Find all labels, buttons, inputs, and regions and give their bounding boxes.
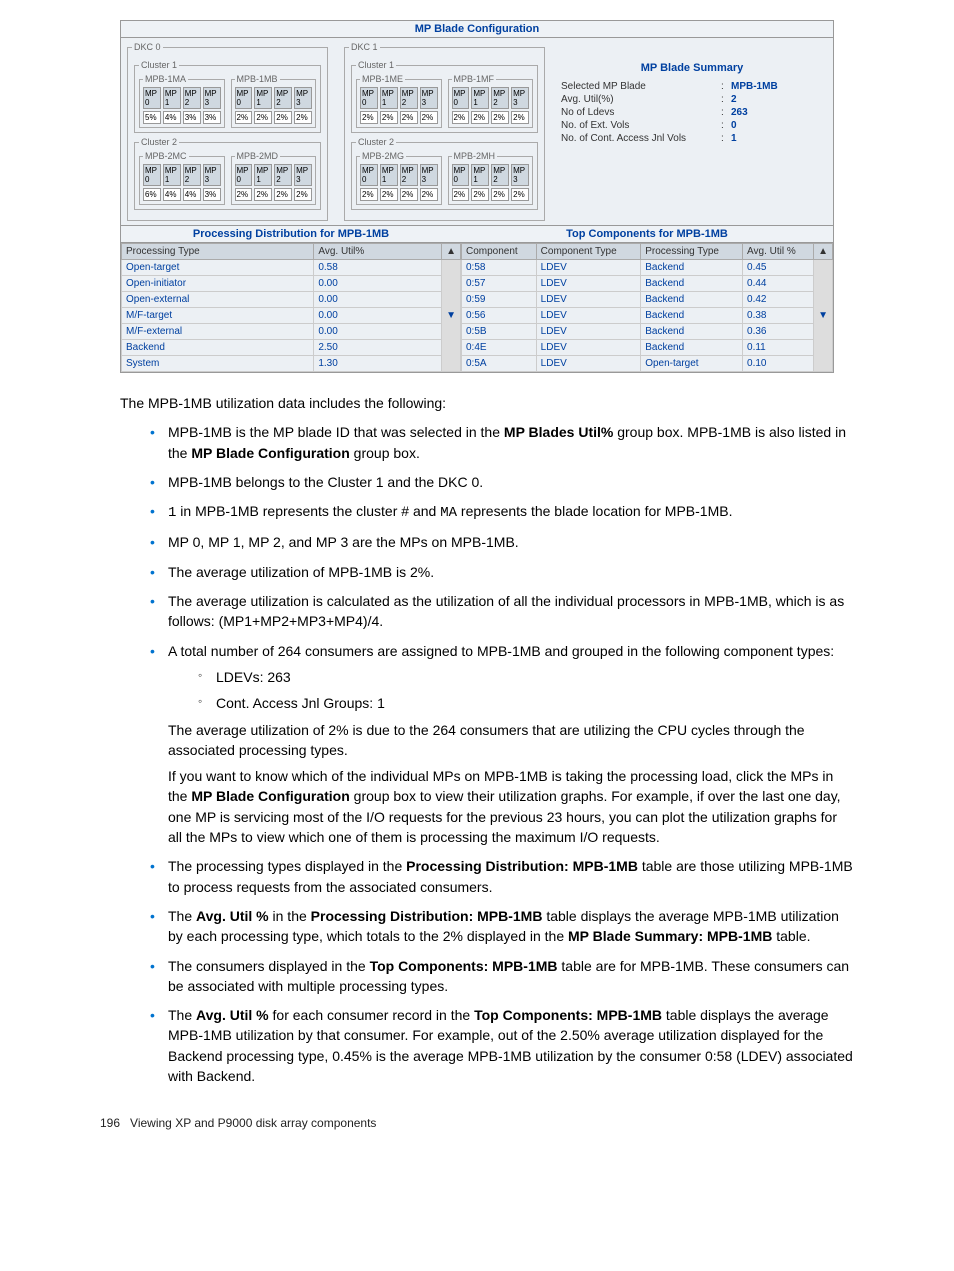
list-item: A total number of 264 consumers are assi… <box>150 641 854 848</box>
sub-list: LDEVs: 263 Cont. Access Jnl Groups: 1 <box>168 667 854 714</box>
blade-mpb-2mh[interactable]: MPB-2MH MP 0 MP 1 MP 2 MP 3 2% <box>448 151 534 205</box>
table-row: 0:5ALDEVOpen-target0.10 <box>462 356 833 372</box>
list-item: MP 0, MP 1, MP 2, and MP 3 are the MPs o… <box>150 532 854 552</box>
table-row: 0:57LDEVBackend0.44 <box>462 276 833 292</box>
bullet-list: MPB-1MB is the MP blade ID that was sele… <box>120 422 854 1086</box>
pct-cell: 2% <box>235 111 253 124</box>
list-item: The Avg. Util % for each consumer record… <box>150 1005 854 1086</box>
mp-cell[interactable]: MP 1 <box>163 87 181 109</box>
table-row: Open-initiator0.00 <box>122 276 461 292</box>
table-row: System1.30 <box>122 356 461 372</box>
list-item: The average utilization is calculated as… <box>150 591 854 632</box>
mp-blade-summary: MP Blade Summary Selected MP Blade:MPB-1… <box>551 38 833 225</box>
list-item: The processing types displayed in the Pr… <box>150 856 854 897</box>
dkc0-cluster2: Cluster 2 MPB-2MC MP 0 MP 1 MP 2 MP 3 <box>134 137 321 210</box>
table-row: 0:56LDEVBackend0.38 <box>462 308 833 324</box>
mp-cell[interactable]: MP 2 <box>274 87 292 109</box>
pct-cell: 2% <box>274 111 292 124</box>
dkc1-cluster2: Cluster 2 MPB-2MG MP 0 MP 1 MP 2 MP 3 <box>351 137 538 210</box>
scrollbar[interactable]: ▲ <box>814 244 833 260</box>
dkc-0: DKC 0 Cluster 1 MPB-1MA MP 0 MP 1 MP 2 <box>127 42 328 221</box>
list-item: The consumers displayed in the Top Compo… <box>150 956 854 997</box>
list-item: MPB-1MB belongs to the Cluster 1 and the… <box>150 472 854 492</box>
mp-cell[interactable]: MP 3 <box>294 87 312 109</box>
panel-title: MP Blade Configuration <box>121 21 833 38</box>
footer-text: Viewing XP and P9000 disk array componen… <box>130 1116 376 1130</box>
config-area: DKC 0 Cluster 1 MPB-1MA MP 0 MP 1 MP 2 <box>121 38 551 225</box>
blade-mpb-2mg[interactable]: MPB-2MG MP 0 MP 1 MP 2 MP 3 2% <box>356 151 442 205</box>
top-components-section: Top Components for MPB-1MB Component Com… <box>461 225 833 372</box>
mp-cell[interactable]: MP 2 <box>183 87 201 109</box>
table-row: M/F-external0.00 <box>122 324 461 340</box>
scrollbar-track[interactable]: ▼ <box>442 260 461 372</box>
proc-dist-title: Processing Distribution for MPB-1MB <box>121 225 461 243</box>
table-row: 0:5BLDEVBackend0.36 <box>462 324 833 340</box>
table-row: Open-target0.58▼ <box>122 260 461 276</box>
col-avg-util[interactable]: Avg. Util% <box>314 244 442 260</box>
paragraph: The average utilization of 2% is due to … <box>168 720 854 761</box>
proc-dist-table: Processing Type Avg. Util% ▲ Open-target… <box>121 243 461 372</box>
top-comp-table: Component Component Type Processing Type… <box>461 243 833 372</box>
scrollbar-track[interactable]: ▼ <box>814 260 833 372</box>
pct-cell: 5% <box>143 111 161 124</box>
col-avg-util[interactable]: Avg. Util % <box>743 244 814 260</box>
list-item: The Avg. Util % in the Processing Distri… <box>150 906 854 947</box>
page-number: 196 <box>100 1116 120 1130</box>
page-footer: 196 Viewing XP and P9000 disk array comp… <box>100 1116 954 1130</box>
dkc0-cluster1: Cluster 1 MPB-1MA MP 0 MP 1 MP 2 MP 3 <box>134 60 321 133</box>
dkc-1: DKC 1 Cluster 1 MPB-1ME MP 0 MP 1 MP 2 <box>344 42 545 221</box>
list-item: The average utilization of MPB-1MB is 2%… <box>150 562 854 582</box>
pct-cell: 3% <box>203 111 221 124</box>
mp-cell[interactable]: MP 0 <box>143 87 161 109</box>
table-row: 0:59LDEVBackend0.42 <box>462 292 833 308</box>
blade-mpb-1mb[interactable]: MPB-1MB MP 0 MP 1 MP 2 MP 3 2% <box>231 74 317 128</box>
table-row: Backend2.50 <box>122 340 461 356</box>
sub-list-item: LDEVs: 263 <box>198 667 854 687</box>
pct-cell: 2% <box>254 111 272 124</box>
intro-text: The MPB-1MB utilization data includes th… <box>120 393 854 413</box>
col-processing-type[interactable]: Processing Type <box>122 244 314 260</box>
list-item: 1 in MPB-1MB represents the cluster # an… <box>150 501 854 523</box>
mp-blade-screenshot: MP Blade Configuration DKC 0 Cluster 1 M… <box>120 20 834 373</box>
blade-mpb-1me[interactable]: MPB-1ME MP 0 MP 1 MP 2 MP 3 2% <box>356 74 442 128</box>
col-component-type[interactable]: Component Type <box>536 244 641 260</box>
table-row: M/F-target0.00 <box>122 308 461 324</box>
pct-cell: 3% <box>183 111 201 124</box>
summary-title: MP Blade Summary <box>561 62 823 74</box>
scrollbar[interactable]: ▲ <box>442 244 461 260</box>
blade-mpb-2mc[interactable]: MPB-2MC MP 0 MP 1 MP 2 MP 3 6% <box>139 151 225 205</box>
col-component[interactable]: Component <box>462 244 537 260</box>
paragraph: If you want to know which of the individ… <box>168 766 854 847</box>
dkc-0-legend: DKC 0 <box>132 42 163 52</box>
mp-cell[interactable]: MP 3 <box>203 87 221 109</box>
top-comp-title: Top Components for MPB-1MB <box>461 225 833 243</box>
processing-distribution-section: Processing Distribution for MPB-1MB Proc… <box>121 225 461 372</box>
sub-list-item: Cont. Access Jnl Groups: 1 <box>198 693 854 713</box>
col-proc-type[interactable]: Processing Type <box>641 244 743 260</box>
blade-mpb-2md[interactable]: MPB-2MD MP 0 MP 1 MP 2 MP 3 2% <box>231 151 317 205</box>
blade-mpb-1mf[interactable]: MPB-1MF MP 0 MP 1 MP 2 MP 3 2% <box>448 74 534 128</box>
mp-cell[interactable]: MP 0 <box>235 87 253 109</box>
mp-cell[interactable]: MP 1 <box>254 87 272 109</box>
table-row: 0:4ELDEVBackend0.11 <box>462 340 833 356</box>
list-item: MPB-1MB is the MP blade ID that was sele… <box>150 422 854 463</box>
pct-cell: 4% <box>163 111 181 124</box>
doc-body: The MPB-1MB utilization data includes th… <box>120 393 854 1086</box>
table-row: 0:58LDEVBackend0.45▼ <box>462 260 833 276</box>
pct-cell: 2% <box>294 111 312 124</box>
blade-mpb-1ma[interactable]: MPB-1MA MP 0 MP 1 MP 2 MP 3 5% <box>139 74 225 128</box>
dkc1-cluster1: Cluster 1 MPB-1ME MP 0 MP 1 MP 2 MP 3 <box>351 60 538 133</box>
table-row: Open-external0.00 <box>122 292 461 308</box>
